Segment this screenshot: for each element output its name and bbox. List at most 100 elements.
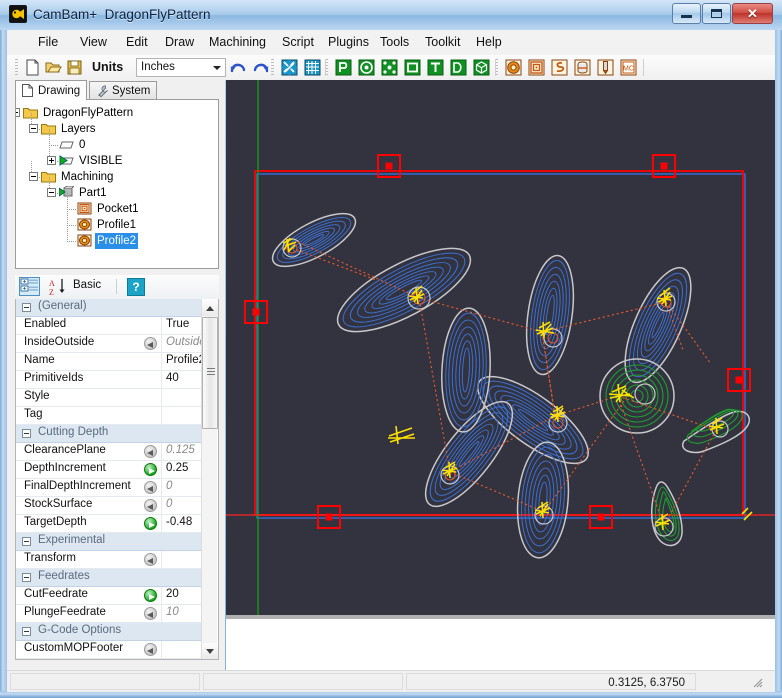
draw-polyline-icon[interactable] (335, 59, 352, 76)
project-tree[interactable]: DragonFlyPattern Layers 0 VISIBLE Machining P… (15, 99, 219, 269)
value-set-icon[interactable] (144, 463, 157, 476)
collapse-icon[interactable] (22, 627, 31, 636)
value-inherited-icon[interactable] (144, 481, 157, 494)
menu-item-file[interactable]: File (29, 30, 67, 55)
property-value[interactable]: True (166, 318, 189, 330)
menu-item-plugins[interactable]: Plugins (319, 30, 378, 55)
open-file-icon[interactable] (45, 59, 62, 76)
mop-drill-icon[interactable] (574, 59, 591, 76)
toolbar-grip-1[interactable] (15, 59, 18, 76)
collapse-icon[interactable] (22, 303, 31, 312)
draw-text-icon[interactable] (427, 59, 444, 76)
property-row[interactable]: Tag (16, 407, 202, 425)
collapse-icon[interactable] (29, 124, 38, 133)
property-value[interactable]: 20 (166, 588, 179, 600)
units-combobox[interactable]: Inches (136, 58, 226, 77)
property-row[interactable]: Enabled True (16, 317, 202, 335)
property-row[interactable]: Style (16, 389, 202, 407)
menu-item-help[interactable]: Help (467, 30, 511, 55)
property-value[interactable]: 0.25 (166, 462, 188, 474)
categorized-view-icon[interactable] (19, 277, 40, 296)
property-row[interactable]: DepthIncrement 0.25 (16, 461, 202, 479)
property-category[interactable]: (General) (16, 299, 202, 317)
save-file-icon[interactable] (66, 59, 83, 76)
property-row[interactable]: StockSurface 0 (16, 497, 202, 515)
property-row[interactable]: Transform (16, 551, 202, 569)
minimize-button[interactable] (672, 3, 701, 24)
property-category[interactable]: G-Code Options (16, 623, 202, 641)
help-icon[interactable]: ? (127, 278, 145, 296)
value-inherited-icon[interactable] (144, 643, 157, 656)
property-grid-scrollbar[interactable] (201, 300, 218, 659)
property-row[interactable]: CutFeedrate 20 (16, 587, 202, 605)
property-category[interactable]: Cutting Depth (16, 425, 202, 443)
value-inherited-icon[interactable] (144, 445, 157, 458)
value-inherited-icon[interactable] (144, 337, 157, 350)
property-row[interactable]: ClearancePlane 0.125 (16, 443, 202, 461)
property-value[interactable]: -0.48 (166, 516, 192, 528)
menu-item-tools[interactable]: Tools (371, 30, 418, 55)
collapse-icon[interactable] (22, 537, 31, 546)
value-inherited-icon[interactable] (144, 499, 157, 512)
redo-icon[interactable] (253, 60, 269, 75)
menu-item-toolkit[interactable]: Toolkit (416, 30, 469, 55)
collapse-icon[interactable] (16, 108, 20, 117)
property-view-mode[interactable]: Basic (73, 279, 101, 291)
alphabetical-sort-icon[interactable]: A Z (48, 278, 68, 297)
menu-item-view[interactable]: View (71, 30, 116, 55)
snap-toggle-icon[interactable] (281, 59, 298, 76)
draw-circle-icon[interactable] (358, 59, 375, 76)
property-row[interactable]: CustomMOPFooter (16, 641, 202, 659)
mop-pocket-icon[interactable] (528, 59, 545, 76)
draw-points-icon[interactable] (381, 59, 398, 76)
collapse-icon[interactable] (29, 172, 38, 181)
property-grid[interactable]: (General) Enabled True InsideOutside Outside… (15, 299, 219, 660)
maximize-button[interactable] (702, 3, 731, 24)
menu-item-edit[interactable]: Edit (117, 30, 157, 55)
expand-icon[interactable] (47, 156, 56, 165)
property-category[interactable]: Experimental (16, 533, 202, 551)
undo-icon[interactable] (230, 60, 246, 75)
scroll-up-button[interactable] (202, 300, 218, 316)
property-row[interactable]: PlungeFeedrate 10 (16, 605, 202, 623)
tab-system[interactable]: System (89, 81, 158, 100)
property-value[interactable]: 0 (166, 480, 172, 492)
property-value[interactable]: 0.125 (166, 444, 195, 456)
property-value[interactable]: Outside (166, 336, 206, 348)
draw-region-icon[interactable] (450, 59, 467, 76)
menu-item-machining[interactable]: Machining (200, 30, 275, 55)
value-set-icon[interactable] (144, 589, 157, 602)
mop-engrave-icon[interactable] (551, 59, 568, 76)
property-value[interactable]: 10 (166, 606, 179, 618)
value-inherited-icon[interactable] (144, 553, 157, 566)
menu-item-script[interactable]: Script (273, 30, 323, 55)
value-inherited-icon[interactable] (144, 607, 157, 620)
grid-toggle-icon[interactable] (304, 59, 321, 76)
property-row[interactable]: FinalDepthIncrement 0 (16, 479, 202, 497)
scrollbar-thumb[interactable] (202, 317, 218, 429)
scroll-down-button[interactable] (202, 643, 218, 659)
menu-item-draw[interactable]: Draw (156, 30, 203, 55)
mop-profile-icon[interactable] (505, 59, 522, 76)
property-value[interactable]: Profile2 (166, 354, 205, 366)
property-row[interactable]: Name Profile2 (16, 353, 205, 371)
tab-drawing[interactable]: Drawing (15, 80, 88, 100)
collapse-icon[interactable] (22, 429, 31, 438)
resize-grip-icon[interactable] (751, 676, 763, 688)
property-category[interactable]: Feedrates (16, 569, 202, 587)
property-value[interactable]: 40 (166, 372, 179, 384)
property-row[interactable]: InsideOutside Outside (16, 335, 206, 353)
collapse-icon[interactable] (22, 573, 31, 582)
mop-tool-icon[interactable] (597, 59, 614, 76)
cad-canvas[interactable] (226, 80, 775, 615)
value-set-icon[interactable] (144, 517, 157, 530)
property-row[interactable]: PrimitiveIds 40 (16, 371, 202, 389)
draw-3dsurface-icon[interactable] (473, 59, 490, 76)
generate-gcode-icon[interactable]: MC (620, 59, 637, 76)
new-file-icon[interactable] (24, 59, 41, 76)
draw-rect-icon[interactable] (404, 59, 421, 76)
property-row[interactable]: TargetDepth -0.48 (16, 515, 202, 533)
property-value[interactable]: 0 (166, 498, 172, 510)
toolbar-grip-3[interactable] (271, 59, 274, 76)
collapse-icon[interactable] (47, 188, 56, 197)
